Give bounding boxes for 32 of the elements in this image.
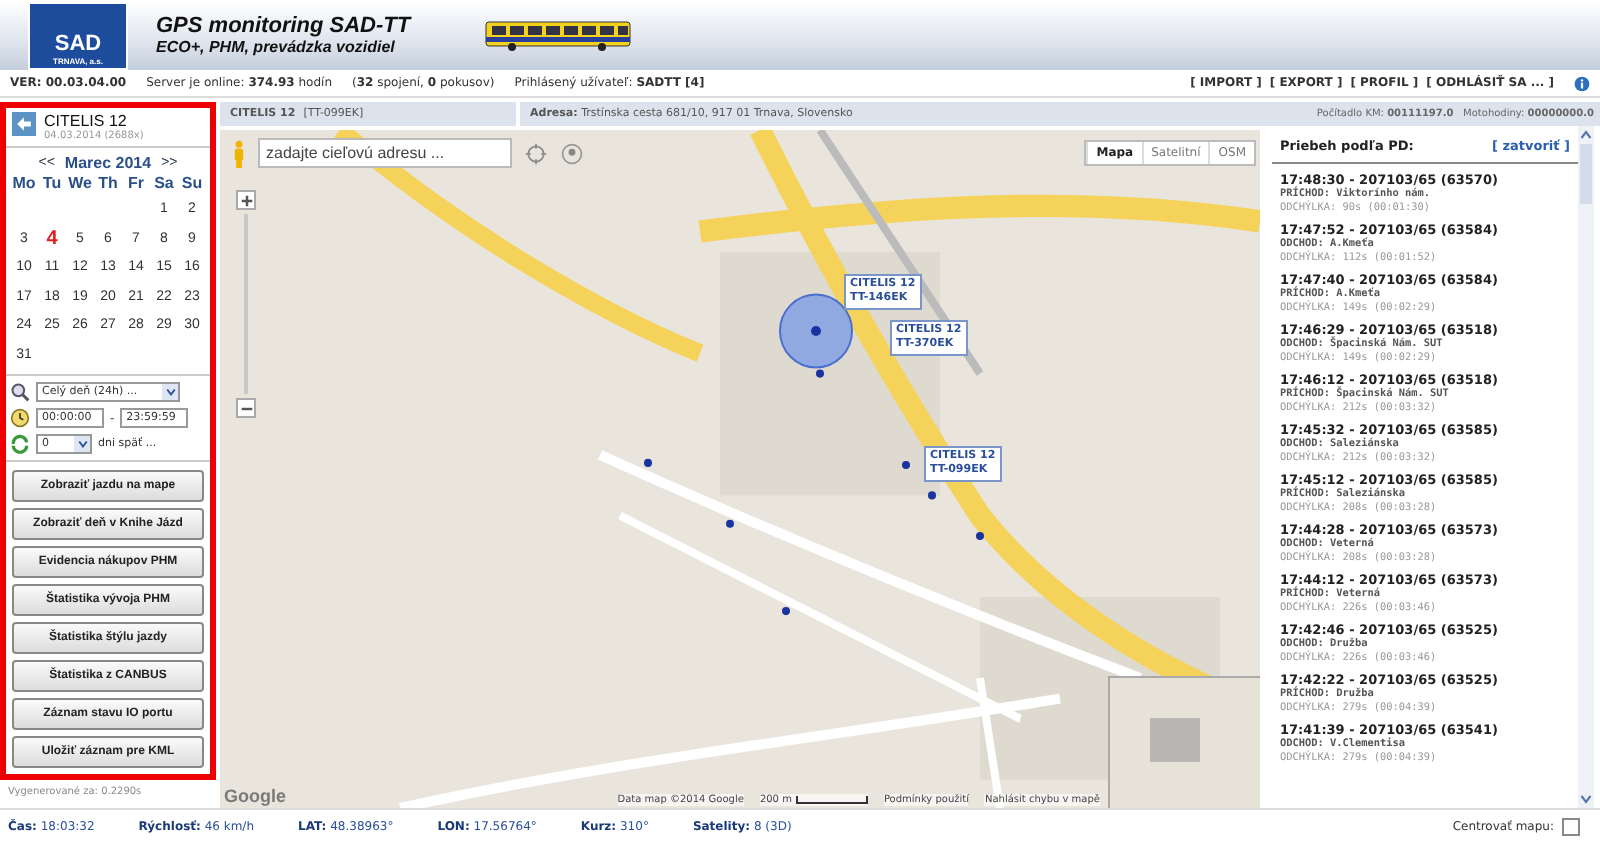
scrollbar-thumb[interactable]: [1580, 144, 1592, 204]
weekday-label: Su: [179, 172, 205, 196]
scroll-down-icon[interactable]: [1580, 794, 1592, 804]
crosshair-icon[interactable]: [524, 141, 548, 165]
scrollbar[interactable]: [1578, 126, 1594, 808]
scroll-up-icon[interactable]: [1580, 130, 1592, 140]
info-icon[interactable]: [1574, 75, 1590, 91]
location-pin-icon[interactable]: [560, 141, 584, 165]
magnifier-icon: [10, 382, 30, 402]
dropdown-caret-icon: [165, 388, 175, 396]
month-title: Marec 2014: [64, 154, 152, 172]
zoom-out-button[interactable]: [236, 398, 256, 418]
dropdown-caret-icon: [77, 440, 87, 448]
refresh-icon: [10, 434, 30, 454]
center-map-checkbox[interactable]: [1562, 818, 1580, 836]
zoom-in-button[interactable]: [236, 190, 256, 210]
back-arrow-icon[interactable]: [12, 112, 36, 136]
app-title: GPS monitoring SAD-TT: [156, 14, 414, 38]
weekday-label: Th: [96, 172, 120, 196]
weekday-label: Mo: [10, 172, 38, 196]
address-search-field[interactable]: zadajte cieľovú adresu ...: [258, 138, 512, 168]
weekday-label: Tu: [40, 172, 64, 196]
weekday-label: Fr: [126, 172, 146, 196]
map-provider-logo: Google: [224, 786, 286, 806]
weekday-label: We: [66, 172, 94, 196]
vehicle-name: CITELIS 12: [44, 112, 129, 130]
bus-icon: [484, 17, 634, 53]
calendar-day[interactable]: 4: [38, 225, 66, 254]
app-subtitle: ECO+, PHM, prevádzka vozidiel: [156, 38, 397, 56]
weekday-label: Sa: [152, 172, 176, 196]
plus-icon: [239, 193, 253, 207]
clock-icon: [10, 408, 30, 428]
